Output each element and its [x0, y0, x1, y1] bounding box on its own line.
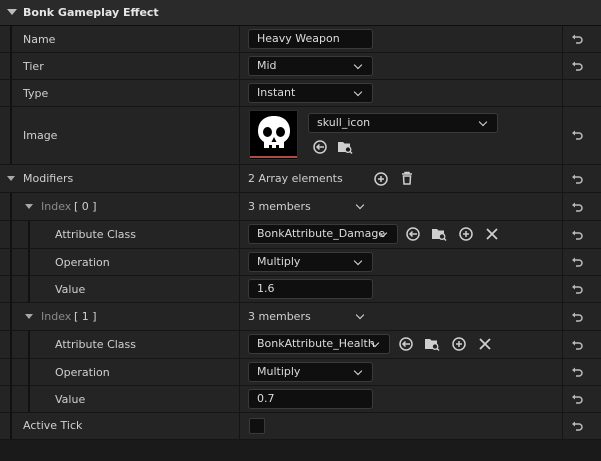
- image-thumbnail[interactable]: [249, 110, 298, 160]
- property-row-attribute-class-1: Attribute Class BonkAttribute_Health: [0, 331, 601, 359]
- reset-to-default-icon[interactable]: [571, 60, 583, 72]
- reset-to-default-icon[interactable]: [571, 201, 583, 213]
- image-label: Image: [23, 129, 58, 142]
- index-label: Index: [41, 200, 72, 213]
- reset-to-default-icon[interactable]: [571, 366, 583, 378]
- operation-label: Operation: [55, 366, 110, 379]
- property-row-type: Type Instant: [0, 80, 601, 107]
- property-row-value-0: Value 1.6: [0, 276, 601, 303]
- index-value: [ 0 ]: [74, 200, 97, 213]
- category-title: Bonk Gameplay Effect: [23, 6, 159, 19]
- array-count-text: 2 Array elements: [248, 172, 343, 185]
- skull-icon: [258, 116, 290, 148]
- expand-arrow-icon[interactable]: [25, 314, 33, 319]
- expand-arrow-icon[interactable]: [25, 204, 33, 209]
- reset-to-default-icon[interactable]: [571, 129, 583, 141]
- add-icon[interactable]: [458, 226, 474, 242]
- reset-to-default-icon[interactable]: [571, 229, 583, 241]
- use-selected-asset-icon[interactable]: [405, 226, 421, 242]
- category-header[interactable]: Bonk Gameplay Effect: [0, 0, 601, 26]
- property-row-active-tick: Active Tick: [0, 413, 601, 440]
- browse-asset-icon[interactable]: [337, 139, 353, 155]
- attribute-class-label: Attribute Class: [55, 338, 137, 351]
- browse-asset-icon[interactable]: [431, 226, 447, 242]
- attribute-class-label: Attribute Class: [55, 228, 137, 241]
- reset-to-default-icon[interactable]: [571, 393, 583, 405]
- attribute-class-dropdown[interactable]: BonkAttribute_Damage: [248, 224, 398, 244]
- value-input[interactable]: 0.7: [248, 389, 373, 409]
- add-element-icon[interactable]: [373, 171, 389, 187]
- property-row-operation-0: Operation Multiply: [0, 249, 601, 276]
- chevron-down-icon[interactable]: [355, 200, 365, 210]
- modifiers-label: Modifiers: [23, 172, 74, 185]
- operation-label: Operation: [55, 256, 110, 269]
- type-label: Type: [23, 87, 49, 100]
- reset-to-default-icon[interactable]: [571, 256, 583, 268]
- reset-to-default-icon[interactable]: [571, 173, 583, 185]
- attribute-class-dropdown[interactable]: BonkAttribute_Health: [248, 334, 390, 354]
- property-row-value-1: Value 0.7: [0, 386, 601, 413]
- active-tick-checkbox[interactable]: [249, 418, 265, 434]
- name-input[interactable]: Heavy Weapon: [248, 29, 373, 49]
- index-value: [ 1 ]: [74, 310, 97, 323]
- property-row-name: Name Heavy Weapon: [0, 26, 601, 53]
- trash-icon[interactable]: [399, 170, 415, 186]
- array-element-index-1: Index [ 1 ] 3 members: [0, 303, 601, 331]
- operation-dropdown[interactable]: Multiply: [248, 362, 373, 382]
- property-row-image: Image: [0, 107, 601, 165]
- members-text: 3 members: [248, 310, 311, 323]
- details-panel: Bonk Gameplay Effect Name Heavy Weapon T…: [0, 0, 601, 461]
- reset-to-default-icon[interactable]: [571, 311, 583, 323]
- array-element-index-0: Index [ 0 ] 3 members: [0, 193, 601, 221]
- value-label: Value: [55, 393, 86, 406]
- index-label: Index: [41, 310, 72, 323]
- reset-to-default-icon[interactable]: [571, 339, 583, 351]
- add-icon[interactable]: [451, 336, 467, 352]
- clear-icon[interactable]: [484, 226, 500, 242]
- browse-asset-icon[interactable]: [424, 336, 440, 352]
- use-selected-asset-icon[interactable]: [312, 139, 328, 155]
- property-row-tier: Tier Mid: [0, 53, 601, 80]
- property-row-attribute-class-0: Attribute Class BonkAttribute_Damage: [0, 221, 601, 249]
- chevron-down-icon[interactable]: [355, 310, 365, 320]
- reset-to-default-icon[interactable]: [571, 33, 583, 45]
- reset-to-default-icon[interactable]: [571, 420, 583, 432]
- tier-dropdown[interactable]: Mid: [248, 56, 373, 76]
- type-dropdown[interactable]: Instant: [248, 83, 373, 103]
- value-input[interactable]: 1.6: [248, 279, 373, 299]
- property-row-operation-1: Operation Multiply: [0, 359, 601, 386]
- property-row-modifiers: Modifiers 2 Array elements: [0, 165, 601, 193]
- members-text: 3 members: [248, 200, 311, 213]
- image-asset-dropdown[interactable]: skull_icon: [308, 113, 498, 133]
- clear-icon[interactable]: [477, 336, 493, 352]
- expand-arrow-icon[interactable]: [7, 176, 15, 181]
- thumbnail-accent-bar: [250, 156, 297, 158]
- tier-label: Tier: [23, 60, 44, 73]
- operation-dropdown[interactable]: Multiply: [248, 252, 373, 272]
- reset-to-default-icon[interactable]: [571, 283, 583, 295]
- collapse-arrow-icon[interactable]: [7, 9, 17, 15]
- use-selected-asset-icon[interactable]: [398, 336, 414, 352]
- active-tick-label: Active Tick: [23, 419, 83, 432]
- name-label: Name: [23, 33, 56, 46]
- value-label: Value: [55, 283, 86, 296]
